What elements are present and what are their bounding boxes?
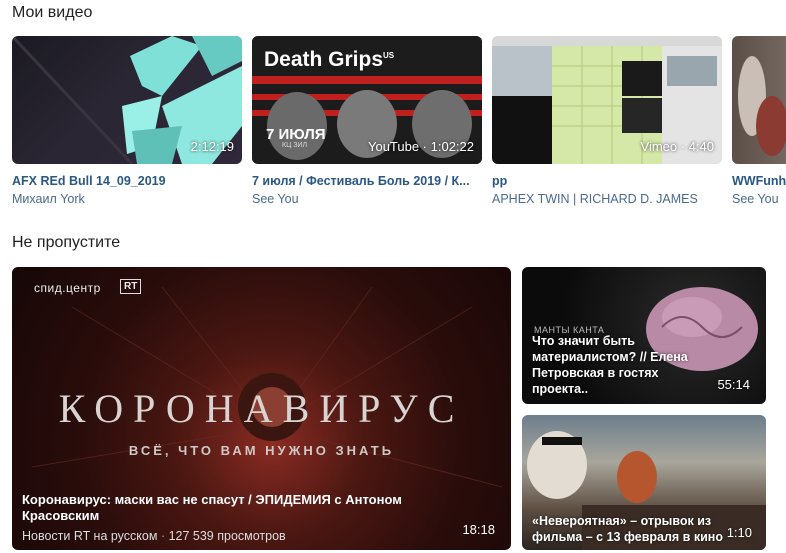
video-title[interactable]: Коронавирус: маски вас не спасут / ЭПИДЕ… xyxy=(22,492,442,524)
video-duration: 2:12:19 xyxy=(190,139,234,154)
video-meta: Новости RT на русском · 127 539 просмотр… xyxy=(22,529,286,543)
thumbnail-subline: ВСЁ, ЧТО ВАМ НУЖНО ЗНАТЬ xyxy=(128,443,395,458)
brand-label: спид.центр xyxy=(34,281,101,295)
video-title[interactable]: Что значит быть материалистом? // Елена … xyxy=(532,333,692,397)
video-card[interactable]: 2:12:19 AFX REd Bull 14_09_2019 Михаил Y… xyxy=(12,36,242,216)
video-author[interactable]: See You xyxy=(252,192,492,206)
rt-logo: RT xyxy=(120,279,142,294)
view-count: 127 539 просмотров xyxy=(168,529,286,543)
video-duration: Vimeo · 4:40 xyxy=(640,139,714,154)
video-title[interactable]: 7 июля / Фестиваль Боль 2019 / К... xyxy=(252,174,492,188)
video-duration: 1:10 xyxy=(726,525,752,540)
stage-performance-thumbnail xyxy=(738,56,786,156)
video-card[interactable]: Vimeo · 4:40 pp APHEX TWIN | RICHARD D. … xyxy=(492,36,722,216)
side-video-card[interactable]: МАНТЫ КАНТА Что значит быть материалисто… xyxy=(522,267,766,404)
poster-date: 7 ИЮЛЯ xyxy=(266,126,326,143)
video-title[interactable]: WWFunh xyxy=(732,174,786,188)
video-title[interactable]: AFX REd Bull 14_09_2019 xyxy=(12,174,252,188)
video-thumbnail[interactable]: Vimeo · 4:40 xyxy=(492,36,722,164)
section-title-dont-miss: Не пропустите xyxy=(12,234,121,251)
side-video-card[interactable]: «Невероятная» – отрывок из фильма – с 13… xyxy=(522,415,766,550)
video-title[interactable]: «Невероятная» – отрывок из фильма – с 13… xyxy=(532,513,732,545)
featured-video[interactable]: спид.центр RT КОРОНАВИРУС ВСЁ, ЧТО ВАМ Н… xyxy=(12,267,511,550)
video-thumbnail[interactable] xyxy=(732,36,786,164)
video-duration: 18:18 xyxy=(462,522,495,537)
video-author[interactable]: APHEX TWIN | RICHARD D. JAMES xyxy=(492,192,732,206)
channel-name[interactable]: Новости RT на русском xyxy=(22,529,157,543)
poster-title: Death GripsUS xyxy=(264,48,395,71)
video-thumbnail[interactable]: Death GripsUS 7 ИЮЛЯ КЦ ЗИЛ YouTube · 1:… xyxy=(252,36,482,164)
thumbnail-headline: КОРОНАВИРУС xyxy=(58,386,465,431)
video-card[interactable]: WWFunh See You xyxy=(732,36,786,216)
video-duration: YouTube · 1:02:22 xyxy=(367,139,474,154)
video-duration: 55:14 xyxy=(717,377,750,392)
video-card[interactable]: Death GripsUS 7 ИЮЛЯ КЦ ЗИЛ YouTube · 1:… xyxy=(252,36,482,216)
poster-venue: КЦ ЗИЛ xyxy=(282,142,308,149)
video-author[interactable]: See You xyxy=(732,192,786,206)
section-title-my-videos: Мои видео xyxy=(12,4,93,21)
video-title[interactable]: pp xyxy=(492,174,732,188)
video-thumbnail[interactable]: 2:12:19 xyxy=(12,36,242,164)
my-videos-row: 2:12:19 AFX REd Bull 14_09_2019 Михаил Y… xyxy=(12,36,786,216)
video-author[interactable]: Михаил York xyxy=(12,192,252,206)
